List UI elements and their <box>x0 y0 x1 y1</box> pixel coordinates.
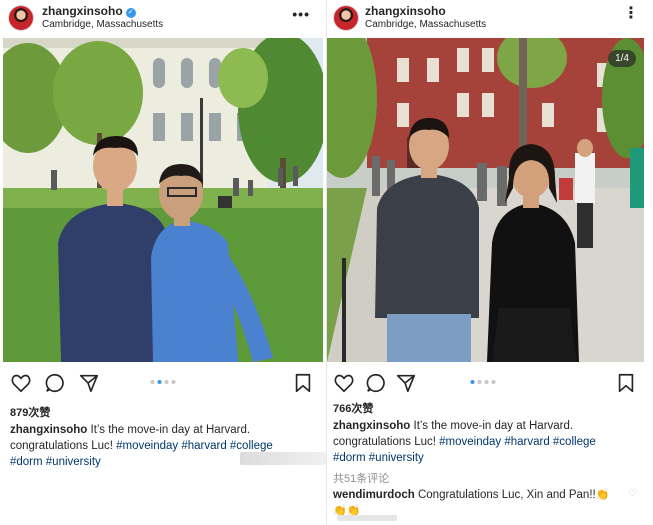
hashtags-line-1[interactable]: #moveinday #harvard #college <box>439 436 596 448</box>
hashtags-line-2[interactable]: #dorm #university <box>10 456 101 468</box>
username-row[interactable]: zhangxinsoho ✓ <box>42 4 136 18</box>
instagram-post-right: zhangxinsoho Cambridge, Massachusetts ⋮ <box>326 0 653 525</box>
photo-counter: 1/4 <box>608 50 636 67</box>
comment-text: Congratulations Luc, Xin and Pan!! <box>414 489 596 501</box>
username[interactable]: zhangxinsoho <box>42 4 123 18</box>
carousel-indicator <box>470 380 496 384</box>
post-photo-image <box>3 38 323 362</box>
clapping-emoji-icon: 👏 <box>595 489 610 501</box>
redacted-overlay <box>337 515 397 521</box>
post-actions <box>327 372 653 396</box>
hashtags-line-2[interactable]: #dorm #university <box>333 452 424 464</box>
verified-badge-icon: ✓ <box>125 8 136 18</box>
likes-count[interactable]: 879次赞 <box>10 404 50 420</box>
view-all-comments-link[interactable]: 共51条评论 <box>333 470 389 486</box>
avatar[interactable] <box>333 5 359 31</box>
post-photo[interactable]: 1/4 <box>327 38 644 362</box>
comment-icon[interactable] <box>44 372 66 394</box>
carousel-dot <box>477 380 482 384</box>
more-vertical-icon[interactable]: ⋮ <box>623 6 639 22</box>
bookmark-icon[interactable] <box>292 372 314 394</box>
post-header: zhangxinsoho ✓ Cambridge, Massachusetts •… <box>0 0 326 36</box>
instagram-post-left: zhangxinsoho ✓ Cambridge, Massachusetts •… <box>0 0 326 525</box>
redacted-overlay <box>240 452 326 465</box>
comment-icon[interactable] <box>365 372 387 394</box>
avatar[interactable] <box>8 5 34 31</box>
post-photo-image <box>327 38 644 362</box>
comment-username[interactable]: wendimurdoch <box>333 489 415 501</box>
post-photo[interactable] <box>3 38 323 362</box>
carousel-dot <box>484 380 489 384</box>
carousel-dot <box>491 380 496 384</box>
likes-count[interactable]: 766次赞 <box>333 400 373 416</box>
share-icon[interactable] <box>395 372 417 394</box>
share-icon[interactable] <box>78 372 100 394</box>
caption: zhangxinsoho It’s the move-in day at Har… <box>333 418 639 466</box>
bookmark-icon[interactable] <box>615 372 637 394</box>
more-horizontal-icon[interactable]: ••• <box>292 6 310 22</box>
caption-username[interactable]: zhangxinsoho <box>333 420 410 432</box>
comment-like-heart-icon[interactable]: ♡ <box>628 488 637 499</box>
post-header: zhangxinsoho Cambridge, Massachusetts ⋮ <box>327 0 653 36</box>
heart-icon[interactable] <box>10 372 32 394</box>
carousel-dot <box>164 380 169 384</box>
username[interactable]: zhangxinsoho <box>365 4 446 18</box>
carousel-dot <box>150 380 155 384</box>
carousel-dot-active <box>157 380 162 384</box>
carousel-indicator <box>150 380 176 384</box>
post-actions <box>0 372 326 396</box>
carousel-dot-active <box>470 380 475 384</box>
location[interactable]: Cambridge, Massachusetts <box>42 19 163 30</box>
carousel-dot <box>171 380 176 384</box>
location[interactable]: Cambridge, Massachusetts <box>365 19 486 30</box>
hashtags-line-1[interactable]: #moveinday #harvard #college <box>116 440 273 452</box>
heart-icon[interactable] <box>333 372 355 394</box>
caption-username[interactable]: zhangxinsoho <box>10 424 87 436</box>
